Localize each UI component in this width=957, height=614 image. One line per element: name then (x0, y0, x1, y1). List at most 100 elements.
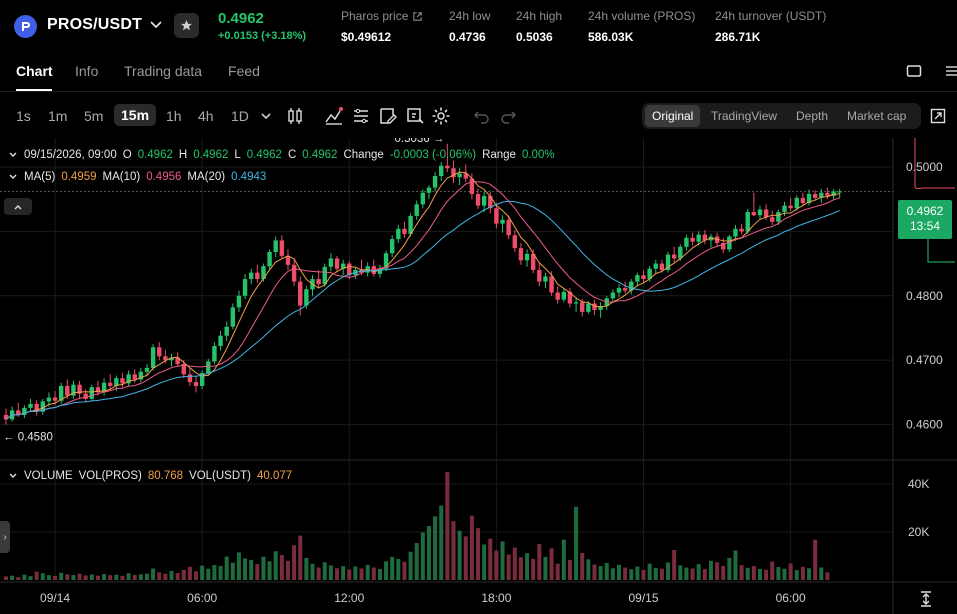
candle-body (457, 173, 462, 178)
view-market-cap[interactable]: Market cap (847, 109, 906, 123)
chevron-down-icon[interactable] (8, 471, 18, 481)
volume-bar (298, 535, 303, 580)
timeframe-1s[interactable]: 1s (16, 108, 31, 124)
volume-bar (341, 566, 346, 580)
view-original[interactable]: Original (645, 105, 701, 127)
volume-bar (684, 567, 689, 580)
volume-bar (678, 565, 683, 580)
volume-bar (469, 515, 474, 580)
indicators-icon[interactable] (324, 106, 344, 126)
edit-chart-icon[interactable] (378, 106, 398, 126)
side-panel-toggle[interactable]: › (0, 521, 10, 553)
candle-body (445, 165, 450, 169)
collapse-legend-button[interactable] (4, 198, 32, 215)
tab-chart[interactable]: Chart (16, 63, 53, 79)
timeframe-1m[interactable]: 1m (48, 108, 67, 124)
candle-body (739, 228, 744, 232)
stat-24h-high: 24h high 0.5036 (516, 9, 562, 44)
tab-trading-data[interactable]: Trading data (124, 63, 202, 79)
view-tradingview[interactable]: TradingView (711, 109, 777, 123)
candlestick-chart[interactable]: 0.50000.49000.48000.47000.460040K20K09/1… (0, 138, 957, 614)
candle-body (537, 270, 542, 282)
volume-bar (420, 532, 425, 580)
volume-bar (316, 567, 321, 580)
chevron-down-icon[interactable] (258, 106, 278, 126)
ma10-label: MA(10) (102, 171, 141, 183)
chevron-down-icon[interactable] (8, 172, 18, 182)
volume-bar (46, 575, 51, 580)
candle-body (218, 335, 223, 347)
chevron-down-icon[interactable] (148, 15, 164, 35)
volume-bar (659, 568, 664, 580)
pair-name[interactable]: PROS/USDT (47, 16, 142, 34)
volume-bar (114, 574, 119, 580)
chart-template-icon[interactable] (405, 106, 425, 126)
candle-body (396, 228, 401, 240)
timeframe-1h[interactable]: 1h (166, 108, 182, 124)
volume-bar (279, 555, 284, 580)
legend-date: 09/15/2026, 09:00 (24, 149, 117, 161)
reset-scale-icon[interactable] (918, 590, 934, 608)
volume-bar (690, 568, 695, 580)
tab-feed[interactable]: Feed (228, 63, 260, 79)
volume-bar (592, 564, 597, 580)
favorite-star-button[interactable] (174, 13, 199, 38)
ma20-label: MA(20) (187, 171, 226, 183)
volume-bar (549, 548, 554, 580)
undo-icon[interactable] (472, 106, 492, 126)
volume-bar (617, 564, 621, 580)
timeframe-15m[interactable]: 15m (114, 104, 157, 126)
drawing-tools-icon[interactable] (351, 106, 371, 126)
volume-bar (543, 556, 548, 580)
more-menu-icon[interactable] (944, 64, 957, 78)
legend-range-label: Range (482, 149, 516, 161)
fullscreen-icon[interactable] (930, 108, 946, 124)
volume-bar (696, 564, 701, 580)
layout-icon[interactable] (906, 64, 922, 78)
volume-bar (476, 528, 481, 580)
view-depth[interactable]: Depth (796, 109, 828, 123)
tab-info[interactable]: Info (75, 63, 98, 79)
timeframe-1d[interactable]: 1D (231, 108, 249, 124)
candle-body (279, 240, 285, 256)
candle-body (776, 212, 781, 222)
legend-range: 0.00% (521, 149, 555, 161)
volume-bar (187, 566, 192, 580)
vol-usdt-value: 40.077 (257, 470, 293, 482)
settings-gear-icon[interactable] (431, 106, 451, 126)
volume-bar (666, 562, 671, 580)
timeframe-4h[interactable]: 4h (198, 108, 214, 124)
ma-legend: MA(5) 0.4959 MA(10) 0.4956 MA(20) 0.4943 (8, 171, 266, 183)
chevron-up-icon (14, 204, 22, 209)
volume-bar (335, 568, 340, 580)
candle-body (255, 272, 260, 280)
stat-24h-low: 24h low 0.4736 (449, 9, 490, 44)
candle-type-icon[interactable] (285, 106, 305, 126)
legend-change: -0.0003 (-0.06%) (389, 149, 477, 161)
candle-body (653, 263, 658, 269)
vol-usdt-label: VOL(USDT) (189, 470, 252, 482)
stat-label: 24h low (449, 9, 491, 23)
volume-bar (598, 566, 603, 580)
volume-bar (151, 568, 156, 580)
candle-body (782, 205, 787, 213)
volume-bar (757, 568, 762, 580)
candle-body (837, 191, 842, 193)
volume-bar (163, 573, 168, 580)
candle-body (414, 204, 419, 216)
volume-bar (402, 561, 407, 580)
ma20-value: 0.4943 (231, 171, 267, 183)
timeframe-5m[interactable]: 5m (84, 108, 103, 124)
external-link-icon[interactable] (412, 11, 423, 22)
redo-icon[interactable] (498, 106, 518, 126)
chevron-down-icon[interactable] (8, 150, 18, 160)
candles (3, 143, 842, 425)
stat-pharos-price[interactable]: Pharos price $0.49612 (341, 9, 423, 44)
candle-body (641, 275, 646, 280)
volume-bar (488, 538, 493, 580)
candle-body (770, 217, 775, 222)
candle-body (825, 192, 830, 196)
candle-body (334, 258, 340, 269)
ma10-line (5, 181, 840, 420)
time-tick-label: 18:00 (481, 591, 511, 605)
